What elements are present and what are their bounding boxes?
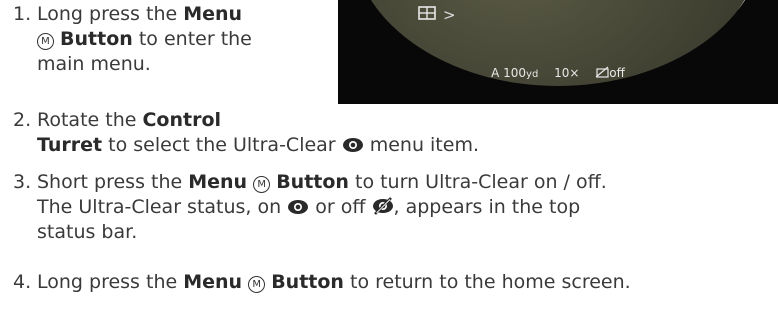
ultraclear-off-icon — [595, 66, 609, 78]
button-label: Button — [60, 28, 133, 50]
turret-label: Turret — [37, 134, 103, 156]
ultraclear-status: off — [595, 66, 625, 80]
step-text: Long press the Menu M Button to return t… — [37, 271, 631, 293]
menu-button-icon: M — [248, 276, 266, 293]
step-number: 3. — [13, 171, 32, 193]
step-text: Short press the Menu M Button to turn Ul… — [37, 171, 607, 243]
step-number: 2. — [13, 109, 32, 131]
eye-off-icon — [372, 197, 393, 215]
step-number: 1. — [13, 3, 32, 25]
menu-button-icon: M — [37, 33, 54, 50]
status-bar: A 100yd 10× off — [338, 66, 778, 82]
range-readout: A 100yd — [491, 66, 539, 80]
device-screen-image: > A 100yd 10× off — [338, 0, 778, 104]
step-3: 3. Short press the Menu M Button to turn… — [13, 170, 773, 250]
menu-label: Menu — [183, 3, 243, 25]
step-4: 4. Long press the Menu M Button to retur… — [13, 270, 773, 298]
menu-label: Menu — [188, 171, 248, 193]
eye-icon — [342, 138, 363, 152]
step-1: 1. Long press the Menu M Button to enter… — [13, 2, 333, 82]
zoom-readout: 10× — [554, 66, 580, 80]
eye-icon — [288, 200, 309, 214]
step-text: Long press the Menu M Button to enter th… — [37, 3, 252, 75]
chevron-right-icon: > — [443, 6, 456, 24]
menu-button-icon: M — [253, 176, 271, 193]
menu-label: Menu — [183, 271, 243, 293]
step-2: 2. Rotate the Control Turret to select t… — [13, 108, 773, 160]
step-text: Rotate the Control Turret to select the … — [37, 109, 479, 156]
button-label: Button — [276, 171, 349, 193]
grid-icon — [418, 6, 436, 20]
step-number: 4. — [13, 271, 32, 293]
control-label: Control — [142, 109, 222, 131]
button-label: Button — [271, 271, 344, 293]
